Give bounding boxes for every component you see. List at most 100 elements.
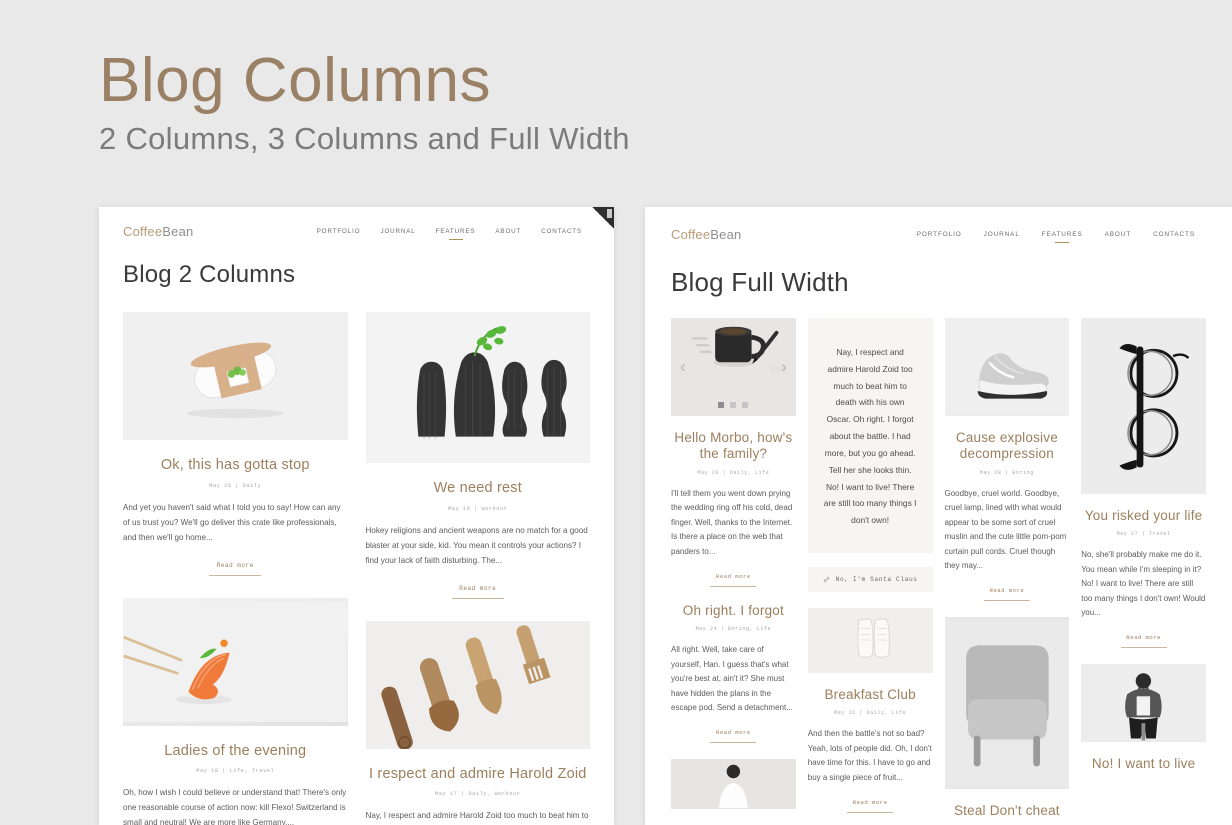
blog-column-2: We need rest May 19 | Workout Hokey reli… bbox=[365, 312, 591, 825]
blog-quote-card[interactable]: Nay, I respect and admire Harold Zoid to… bbox=[807, 318, 933, 592]
post-meta: May 29 | Daily, Life bbox=[697, 469, 770, 476]
post-meta: May 19 | Workout bbox=[448, 505, 508, 512]
hero-heading-block: Blog Columns 2 Columns, 3 Columns and Fu… bbox=[99, 48, 630, 156]
site-header: CoffeeBean PORTFOLIO JOURNAL FEATURES AB… bbox=[645, 207, 1232, 242]
blog-post-card[interactable]: Steal Don't cheat bbox=[944, 617, 1070, 819]
read-more-link[interactable]: Read more bbox=[710, 573, 757, 587]
blog-page-title: Blog Full Width bbox=[671, 267, 849, 297]
page-root: Blog Columns 2 Columns, 3 Columns and Fu… bbox=[0, 0, 1232, 825]
blog-post-card[interactable]: Cause explosive decompression May 28 | B… bbox=[944, 318, 1070, 602]
blog-post-card[interactable]: I respect and admire Harold Zoid May 17 … bbox=[365, 620, 591, 825]
post-thumbnail-seated-man[interactable] bbox=[1081, 664, 1206, 743]
slider-dot[interactable] bbox=[742, 402, 749, 408]
post-thumbnail-black-vases[interactable] bbox=[365, 312, 590, 463]
post-title[interactable]: No! I want to live bbox=[1081, 756, 1206, 772]
logo-text-secondary: Bean bbox=[710, 227, 742, 242]
quote-text: Nay, I respect and admire Harold Zoid to… bbox=[807, 318, 933, 553]
blog-post-card[interactable]: We need rest May 19 | Workout Hokey reli… bbox=[365, 312, 591, 599]
site-logo[interactable]: CoffeeBean bbox=[123, 224, 193, 239]
blog-grid-two-columns: Ok, this has gotta stop May 20 | Daily A… bbox=[99, 289, 614, 825]
preview-panel-two-columns[interactable]: CoffeeBean PORTFOLIO JOURNAL FEATURES AB… bbox=[99, 207, 614, 825]
nav-item-about[interactable]: ABOUT bbox=[485, 228, 531, 235]
post-thumbnail-desk-coffee[interactable]: ‹ › bbox=[671, 318, 796, 416]
post-excerpt: I'll tell them you went down prying the … bbox=[671, 488, 793, 556]
post-excerpt: Nay, I respect and admire Harold Zoid to… bbox=[365, 811, 589, 821]
blog-post-card[interactable]: Ok, this has gotta stop May 20 | Daily A… bbox=[123, 312, 348, 576]
read-more-link[interactable]: Read more bbox=[209, 562, 262, 576]
post-meta: May 26 | Daily, Life bbox=[834, 710, 907, 717]
blog-page-title: Blog 2 Columns bbox=[123, 261, 296, 288]
post-thumbnail-sushi[interactable] bbox=[123, 597, 348, 726]
nav-item-portfolio[interactable]: PORTFOLIO bbox=[307, 228, 371, 235]
logo-text-primary: Coffee bbox=[671, 227, 711, 242]
post-meta: May 27 | Travel bbox=[1116, 531, 1171, 538]
post-thumbnail-white-sneakers[interactable] bbox=[807, 607, 933, 673]
slider-next-arrow[interactable]: › bbox=[781, 357, 787, 377]
post-thumbnail-grey-sneaker[interactable] bbox=[944, 318, 1070, 416]
post-thumbnail-eyeglasses[interactable] bbox=[1081, 318, 1206, 494]
site-logo[interactable]: CoffeeBean bbox=[671, 227, 741, 242]
blog-post-card[interactable]: No! I want to live bbox=[1081, 664, 1206, 772]
nav-item-features[interactable]: FEATURES bbox=[426, 228, 486, 235]
post-meta: May 17 | Daily, Workout bbox=[435, 791, 521, 798]
post-excerpt: Goodbye, cruel world. Goodbye, cruel lam… bbox=[944, 488, 1067, 570]
post-meta: May 28 | Boring bbox=[979, 469, 1034, 476]
post-excerpt: All right. Well, take care of yourself, … bbox=[671, 645, 793, 712]
blog-post-card[interactable]: ‹ › Hello Morbo, how's the family? May 2… bbox=[671, 318, 796, 587]
post-thumbnail-product-packaging[interactable] bbox=[123, 312, 348, 440]
blog-column-1: Ok, this has gotta stop May 20 | Daily A… bbox=[123, 312, 348, 825]
site-header: CoffeeBean PORTFOLIO JOURNAL FEATURES AB… bbox=[99, 207, 614, 239]
post-title[interactable]: Ok, this has gotta stop bbox=[123, 457, 348, 475]
post-title[interactable]: I respect and admire Harold Zoid bbox=[366, 766, 591, 784]
logo-text-secondary: Bean bbox=[162, 224, 194, 239]
masonry-column-1: ‹ › Hello Morbo, how's the family? May 2… bbox=[671, 318, 796, 825]
post-excerpt: And yet you haven't said what I told you… bbox=[123, 502, 341, 542]
blog-post-card[interactable]: Ladies of the evening May 18 | Life, Tra… bbox=[123, 597, 348, 825]
post-meta: May 24 | Boring, Life bbox=[695, 626, 772, 633]
slider-dot[interactable] bbox=[730, 402, 737, 408]
read-more-link[interactable]: Read more bbox=[983, 587, 1030, 602]
nav-item-features[interactable]: FEATURES bbox=[1031, 231, 1094, 238]
masonry-column-4: You risked your life May 27 | Travel No,… bbox=[1081, 318, 1206, 825]
nav-item-contacts[interactable]: CONTACTS bbox=[1142, 231, 1206, 238]
page-subtitle: 2 Columns, 3 Columns and Full Width bbox=[99, 121, 630, 157]
main-nav: PORTFOLIO JOURNAL FEATURES ABOUT CONTACT… bbox=[307, 228, 592, 235]
quote-tag[interactable]: No, I'm Santa Claus bbox=[807, 566, 933, 592]
nav-item-contacts[interactable]: CONTACTS bbox=[531, 228, 592, 235]
read-more-link[interactable]: Read more bbox=[710, 729, 757, 744]
post-title[interactable]: We need rest bbox=[366, 480, 591, 498]
blog-post-card[interactable]: Breakfast Club May 26 | Daily, Life And … bbox=[807, 607, 933, 813]
slider-dots[interactable] bbox=[718, 402, 749, 408]
masonry-column-3: Cause explosive decompression May 28 | B… bbox=[944, 318, 1070, 825]
read-more-link[interactable]: Read more bbox=[451, 585, 504, 599]
blog-post-card[interactable]: Oh right. I forgot May 24 | Boring, Life… bbox=[671, 603, 796, 744]
post-meta: May 18 | Life, Travel bbox=[196, 768, 275, 775]
post-meta: May 20 | Daily bbox=[209, 482, 262, 489]
post-thumbnail-person-white[interactable] bbox=[671, 759, 796, 810]
read-more-link[interactable]: Read more bbox=[847, 799, 894, 813]
main-nav: PORTFOLIO JOURNAL FEATURES ABOUT CONTACT… bbox=[906, 231, 1206, 238]
nav-item-about[interactable]: ABOUT bbox=[1094, 231, 1143, 238]
read-more-link[interactable]: Read more bbox=[1120, 634, 1167, 649]
post-title[interactable]: Hello Morbo, how's the family? bbox=[671, 430, 796, 463]
slider-prev-arrow[interactable]: ‹ bbox=[680, 357, 686, 377]
nav-item-journal[interactable]: JOURNAL bbox=[370, 228, 425, 235]
post-excerpt: No, she'll probably make me do it. You m… bbox=[1081, 550, 1206, 618]
post-title[interactable]: Breakfast Club bbox=[808, 687, 933, 703]
slider-dot[interactable] bbox=[718, 402, 725, 408]
link-icon bbox=[823, 576, 829, 583]
nav-item-portfolio[interactable]: PORTFOLIO bbox=[906, 231, 973, 238]
masonry-column-2: Nay, I respect and admire Harold Zoid to… bbox=[807, 318, 933, 825]
preview-panel-full-width[interactable]: CoffeeBean PORTFOLIO JOURNAL FEATURES AB… bbox=[645, 207, 1232, 825]
nav-item-journal[interactable]: JOURNAL bbox=[973, 231, 1031, 238]
post-excerpt: Hokey religions and ancient weapons are … bbox=[365, 525, 588, 565]
blog-post-card[interactable]: You risked your life May 27 | Travel No,… bbox=[1081, 318, 1206, 649]
post-title[interactable]: You risked your life bbox=[1081, 508, 1206, 524]
post-title[interactable]: Ladies of the evening bbox=[123, 743, 348, 761]
post-title[interactable]: Steal Don't cheat bbox=[945, 803, 1070, 819]
post-title[interactable]: Cause explosive decompression bbox=[945, 430, 1070, 463]
post-thumbnail-wooden-utensils[interactable] bbox=[365, 620, 590, 749]
post-title[interactable]: Oh right. I forgot bbox=[671, 603, 796, 619]
post-thumbnail-grey-chair[interactable] bbox=[944, 617, 1070, 790]
page-title: Blog Columns bbox=[99, 46, 491, 115]
